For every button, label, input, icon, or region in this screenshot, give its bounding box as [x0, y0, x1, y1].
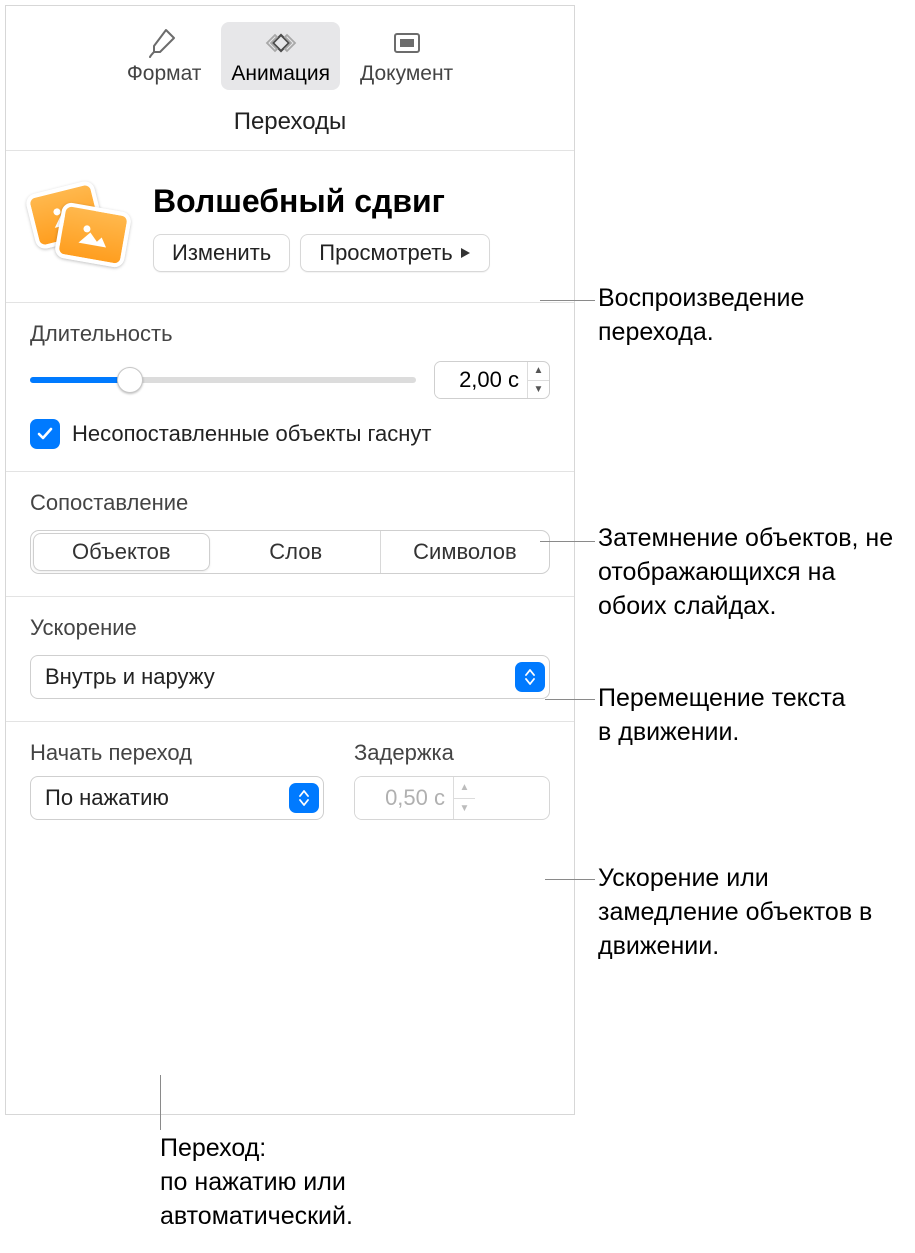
fade-unmatched-label: Несопоставленные объекты гаснут [72, 421, 432, 447]
duration-section: Длительность ▲ ▼ Несопоставленные [6, 303, 574, 472]
tab-format-label: Формат [127, 62, 202, 86]
transition-title: Волшебный сдвиг [153, 183, 550, 220]
stepper-down-icon[interactable]: ▼ [528, 381, 549, 399]
accel-section: Ускорение Внутрь и наружу [6, 597, 574, 722]
tab-animation-label: Анимация [231, 62, 330, 86]
duration-slider[interactable] [30, 368, 416, 392]
accel-popup[interactable]: Внутрь и наружу [30, 655, 550, 699]
tab-document-label: Документ [360, 62, 453, 86]
popup-arrows-icon [515, 662, 545, 692]
leader-line [540, 300, 595, 301]
leader-line [545, 699, 595, 700]
transition-thumbnail [30, 181, 135, 276]
delay-label: Задержка [354, 740, 550, 766]
preview-button-label: Просмотреть [319, 240, 453, 266]
callout-preview: Воспроизведение перехода. [598, 282, 898, 350]
tab-document[interactable]: Документ [350, 22, 463, 90]
callout-match: Перемещение текста в движении. [598, 682, 858, 750]
accel-label: Ускорение [30, 615, 550, 641]
leader-line [540, 541, 595, 542]
match-option-objects[interactable]: Объектов [33, 533, 210, 571]
start-value: По нажатию [45, 785, 169, 811]
start-popup[interactable]: По нажатию [30, 776, 324, 820]
stepper-up-icon[interactable]: ▲ [454, 777, 475, 799]
play-icon [459, 247, 471, 259]
document-icon [389, 28, 425, 58]
callout-accel: Ускорение или замедление объектов в движ… [598, 862, 908, 963]
preview-button[interactable]: Просмотреть [300, 234, 490, 272]
leader-line [160, 1075, 161, 1130]
fade-unmatched-checkbox[interactable] [30, 419, 60, 449]
checkmark-icon [36, 425, 54, 443]
stepper-down-icon[interactable]: ▼ [454, 799, 475, 820]
subtab-transitions[interactable]: Переходы [6, 96, 574, 151]
inspector-toolbar: Формат Анимация Документ [6, 6, 574, 96]
delay-value[interactable] [355, 777, 453, 819]
tab-animation[interactable]: Анимация [221, 22, 340, 90]
match-segmented: Объектов Слов Символов [30, 530, 550, 574]
paintbrush-icon [146, 28, 182, 58]
start-label: Начать переход [30, 740, 324, 766]
start-section: Начать переход По нажатию Задержка ▲ [6, 722, 574, 842]
stepper-up-icon[interactable]: ▲ [528, 362, 549, 381]
inspector-panel: Формат Анимация Документ Переходы [5, 5, 575, 1115]
callout-start: Переход: по нажатию или автоматический. [160, 1132, 460, 1233]
image-icon [74, 218, 112, 251]
change-button[interactable]: Изменить [153, 234, 290, 272]
match-option-words[interactable]: Слов [212, 531, 380, 573]
change-button-label: Изменить [172, 240, 271, 266]
duration-value[interactable] [435, 362, 527, 398]
tab-format[interactable]: Формат [117, 22, 212, 90]
duration-label: Длительность [30, 321, 550, 347]
duration-stepper[interactable]: ▲ ▼ [434, 361, 550, 399]
transition-header: Волшебный сдвиг Изменить Просмотреть [6, 151, 574, 303]
match-label: Сопоставление [30, 490, 550, 516]
leader-line [545, 879, 595, 880]
animation-icon [263, 28, 299, 58]
accel-value: Внутрь и наружу [45, 664, 215, 690]
match-option-chars[interactable]: Символов [380, 531, 549, 573]
popup-arrows-icon [289, 783, 319, 813]
callout-fade: Затемнение объектов, не отображающихся н… [598, 522, 908, 623]
delay-stepper[interactable]: ▲ ▼ [354, 776, 550, 820]
match-section: Сопоставление Объектов Слов Символов [6, 472, 574, 597]
